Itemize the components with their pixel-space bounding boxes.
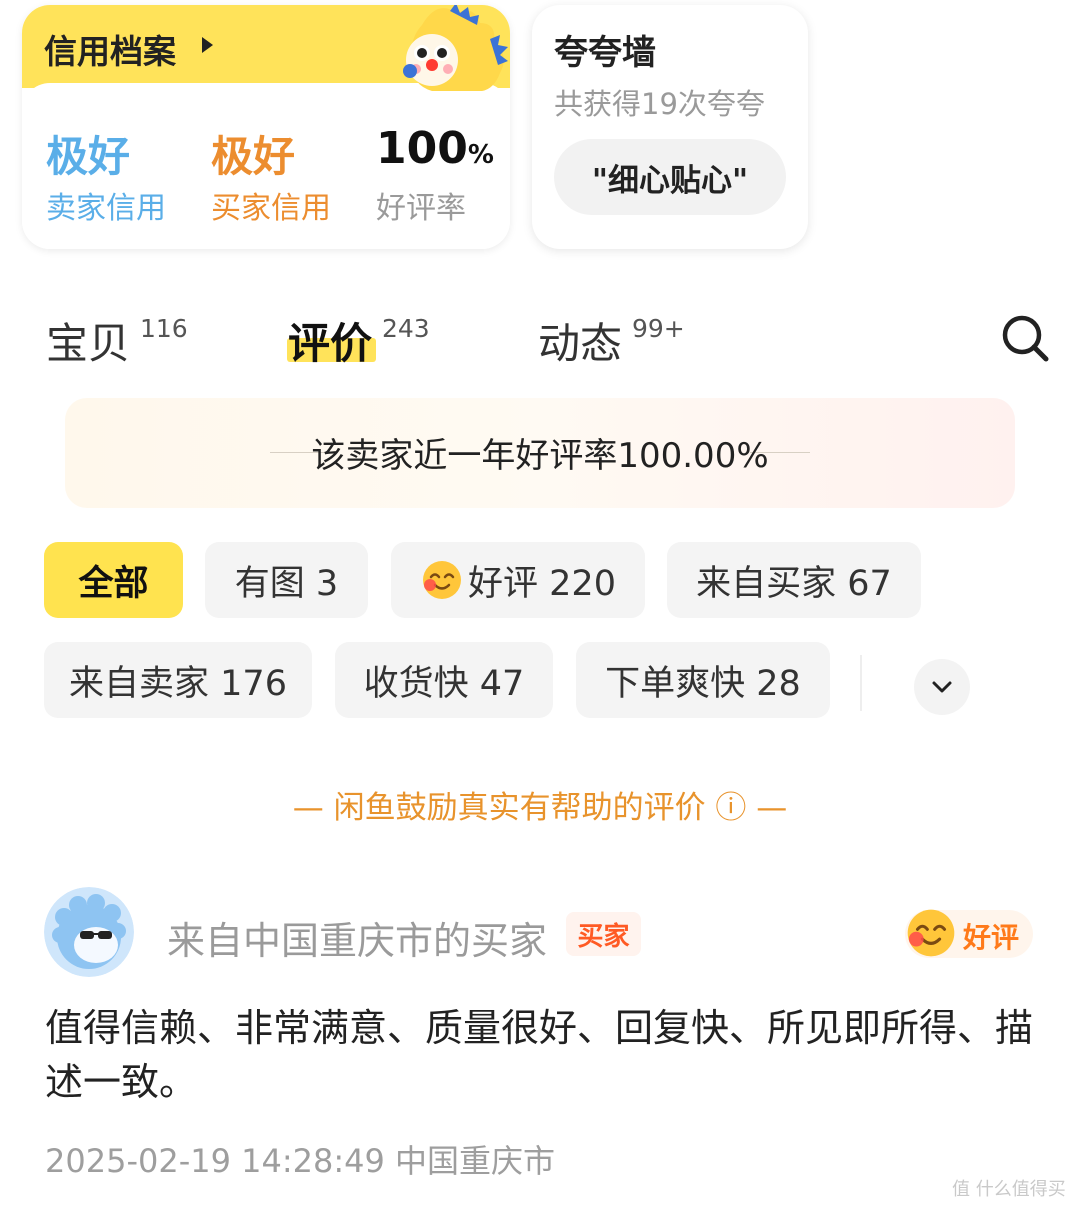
filter-fast-delivery[interactable]: 收货快 47 [335,642,553,718]
positive-rate-label: 好评率 [376,191,466,226]
filter-quick-order[interactable]: 下单爽快 28 [576,642,830,718]
praise-wall-title: 夸夸墙 [554,33,656,73]
mascot-illustration [403,5,508,92]
smile-emoji-icon [907,909,955,957]
chip-divider [860,655,862,711]
reviewer-name: 来自中国重庆市的买家 [167,919,548,963]
seller-credit-value: 极好 [46,132,131,181]
tab-items-label: 宝贝 [46,319,131,368]
buyer-credit-label: 买家信用 [211,191,331,226]
rating-badge-label: 好评 [963,921,1020,954]
buyer-credit-value: 极好 [211,132,296,181]
filter-from-seller[interactable]: 来自卖家 176 [44,642,312,718]
filter-with-photos[interactable]: 有图 3 [205,542,368,618]
chevron-right-icon [202,37,213,53]
tab-activity[interactable]: 动态 [538,310,622,371]
tab-reviews-label: 评价 [288,319,373,368]
avatar[interactable] [44,887,134,977]
filter-from-buyer[interactable]: 来自买家 67 [667,542,921,618]
watermark: 值 什么值得买 [952,1179,1066,1200]
review-meta: 2025-02-19 14:28:49 中国重庆市 [45,1142,556,1180]
praise-count: 共获得19次夸夸 [554,87,765,121]
positive-rate-banner-text: 该卖家近一年好评率100.00% [311,436,769,476]
positive-rate-unit: % [467,140,494,170]
praise-tag[interactable]: "细心贴心" [554,139,786,215]
praise-wall-card[interactable]: 夸夸墙 共获得19次夸夸 "细心贴心" [532,5,808,249]
expand-filters-button[interactable] [914,659,970,715]
seller-credit-label: 卖家信用 [46,191,166,226]
search-icon[interactable] [1000,313,1050,363]
tab-items[interactable]: 宝贝 [46,310,130,371]
tab-activity-label: 动态 [538,319,623,368]
positive-rate-value: 100% [376,123,494,174]
positive-rate-number: 100 [376,123,468,174]
tab-reviews-count: 243 [382,314,430,343]
filter-all[interactable]: 全部 [44,542,183,618]
filter-positive-label: 好评 220 [468,563,616,604]
tab-items-count: 116 [140,314,188,343]
chevron-down-icon [932,681,952,693]
filter-positive[interactable]: 好评 220 [391,542,645,618]
tab-activity-count: 99+ [632,314,685,343]
reviewer-role-badge: 买家 [566,912,641,956]
positive-rate-banner: 该卖家近一年好评率100.00% [65,398,1015,508]
authentic-review-notice[interactable]: — 闲鱼鼓励真实有帮助的评价 ⓘ — [0,782,1080,827]
review-text: 值得信赖、非常满意、质量很好、回复快、所见即所得、描述一致。 [45,1006,1034,1104]
smile-emoji-icon [423,561,462,599]
credit-profile-card[interactable]: 信用档案 极好 卖家信用 极好 买家信用 100% 好评率 [22,5,510,249]
credit-profile-title[interactable]: 信用档案 [44,25,176,73]
tab-reviews[interactable]: 评价 [288,310,372,371]
